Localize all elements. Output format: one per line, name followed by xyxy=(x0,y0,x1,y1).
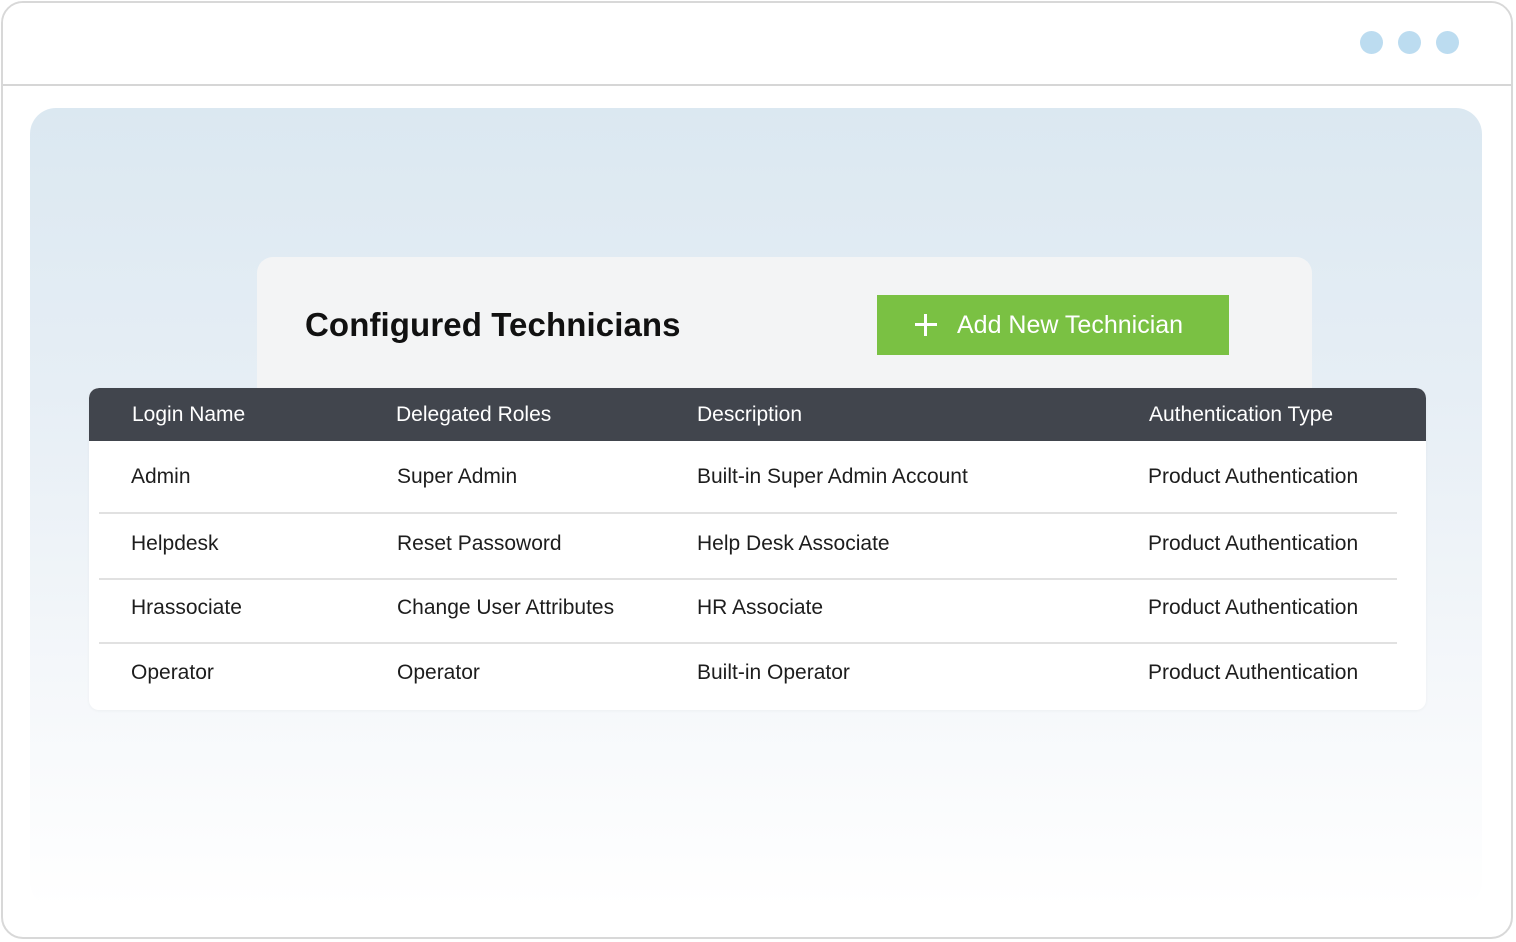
table-row[interactable]: Helpdesk Reset Passoword Help Desk Assoc… xyxy=(89,514,1426,579)
column-header-authentication-type[interactable]: Authentication Type xyxy=(1149,403,1333,427)
cell-authentication-type: Product Authentication xyxy=(1148,661,1359,684)
window-titlebar xyxy=(3,3,1511,86)
column-header-description[interactable]: Description xyxy=(697,403,802,427)
cell-delegated-roles: Operator xyxy=(397,661,480,684)
window-control-dot[interactable] xyxy=(1360,31,1383,54)
cell-login-name: Helpdesk xyxy=(131,532,219,555)
table-header: Login Name Delegated Roles Description A… xyxy=(89,388,1426,441)
cell-description: HR Associate xyxy=(697,596,824,619)
plus-icon xyxy=(913,312,939,338)
cell-authentication-type: Product Authentication xyxy=(1148,596,1359,619)
cell-login-name: Admin xyxy=(131,465,191,488)
table-row[interactable]: Admin Super Admin Built-in Super Admin A… xyxy=(89,441,1426,513)
column-header-delegated-roles[interactable]: Delegated Roles xyxy=(396,403,551,427)
cell-description: Help Desk Associate xyxy=(697,532,890,555)
window-control-dot[interactable] xyxy=(1436,31,1459,54)
cell-authentication-type: Product Authentication xyxy=(1148,465,1359,488)
add-new-technician-button[interactable]: Add New Technician xyxy=(877,295,1229,355)
add-button-label: Add New Technician xyxy=(957,310,1184,339)
cell-authentication-type: Product Authentication xyxy=(1148,532,1359,555)
cell-login-name: Hrassociate xyxy=(131,596,242,619)
cell-description: Built-in Super Admin Account xyxy=(697,465,968,488)
page-title: Configured Technicians xyxy=(305,306,681,343)
column-header-login-name[interactable]: Login Name xyxy=(132,403,245,427)
table-row[interactable]: Operator Operator Built-in Operator Prod… xyxy=(89,644,1426,710)
table-row[interactable]: Hrassociate Change User Attributes HR As… xyxy=(89,580,1426,643)
cell-description: Built-in Operator xyxy=(697,661,850,684)
cell-delegated-roles: Reset Passoword xyxy=(397,532,562,555)
cell-delegated-roles: Change User Attributes xyxy=(397,596,615,619)
cell-delegated-roles: Super Admin xyxy=(397,465,518,488)
cell-login-name: Operator xyxy=(131,661,214,684)
window-control-dot[interactable] xyxy=(1398,31,1421,54)
technicians-table: Login Name Delegated Roles Description A… xyxy=(89,388,1426,710)
